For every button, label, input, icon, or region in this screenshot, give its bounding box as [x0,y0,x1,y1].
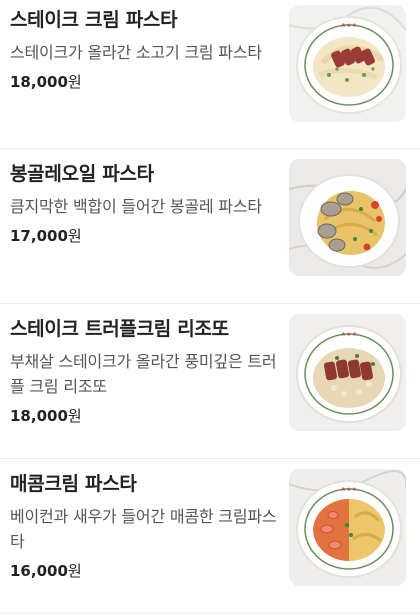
price-currency: 원 [67,407,82,425]
svg-text:★★★: ★★★ [341,486,357,493]
menu-item-description: 베이컨과 새우가 들어간 매콤한 크림파스타 [10,507,277,551]
price-currency: 원 [67,227,82,245]
menu-item-name: 스테이크 트러플크림 리조또 [10,318,229,340]
price-currency: 원 [67,73,82,91]
price-value: 18,000 [10,407,68,425]
menu-item[interactable]: 봉골레오일 파스타 큼지막한 백합이 들어간 봉골레 파스타 17,000원 [0,149,420,304]
menu-item-name: 스테이크 크림 파스타 [10,9,178,31]
svg-text:★★★: ★★★ [341,331,357,338]
menu-item-price: 18,000원 [10,72,282,92]
price-value: 16,000 [10,562,68,580]
menu-item[interactable]: 스테이크 트러플크림 리조또 부채살 스테이크가 올라간 풍미깊은 트러플 크림… [0,304,420,459]
menu-item-info: 스테이크 크림 파스타 스테이크가 올라간 소고기 크림 파스타 18,000원 [10,5,282,92]
menu-item-info: 매콤크림 파스타 베이컨과 새우가 들어간 매콤한 크림파스타 16,000원 [10,469,282,581]
menu-item-info: 봉골레오일 파스타 큼지막한 백합이 들어간 봉골레 파스타 17,000원 [10,159,282,246]
menu-item-price: 16,000원 [10,561,282,581]
price-currency: 원 [67,562,82,580]
spicy-cream-pasta-photo[interactable]: ★★★ [289,469,406,586]
menu-item-name: 매콤크림 파스타 [10,473,137,495]
menu-item-description: 큼지막한 백합이 들어간 봉골레 파스타 [10,197,262,216]
menu-item-info: 스테이크 트러플크림 리조또 부채살 스테이크가 올라간 풍미깊은 트러플 크림… [10,314,282,426]
steak-cream-pasta-photo[interactable]: ★★★ [289,5,406,122]
menu-item[interactable]: 매콤크림 파스타 베이컨과 새우가 들어간 매콤한 크림파스타 16,000원 … [0,459,420,614]
menu-list: 스테이크 크림 파스타 스테이크가 올라간 소고기 크림 파스타 18,000원 [0,0,420,614]
svg-text:★★★: ★★★ [341,22,357,29]
menu-item-price: 17,000원 [10,226,282,246]
price-value: 17,000 [10,227,68,245]
price-value: 18,000 [10,73,68,91]
vongole-oil-pasta-photo[interactable] [289,159,406,276]
steak-truffle-risotto-photo[interactable]: ★★★ [289,314,406,431]
menu-item[interactable]: 스테이크 크림 파스타 스테이크가 올라간 소고기 크림 파스타 18,000원 [0,0,420,149]
menu-item-price: 18,000원 [10,406,282,426]
menu-item-description: 스테이크가 올라간 소고기 크림 파스타 [10,43,262,62]
menu-item-description: 부채살 스테이크가 올라간 풍미깊은 트러플 크림 리조또 [10,352,277,396]
menu-item-name: 봉골레오일 파스타 [10,163,154,185]
